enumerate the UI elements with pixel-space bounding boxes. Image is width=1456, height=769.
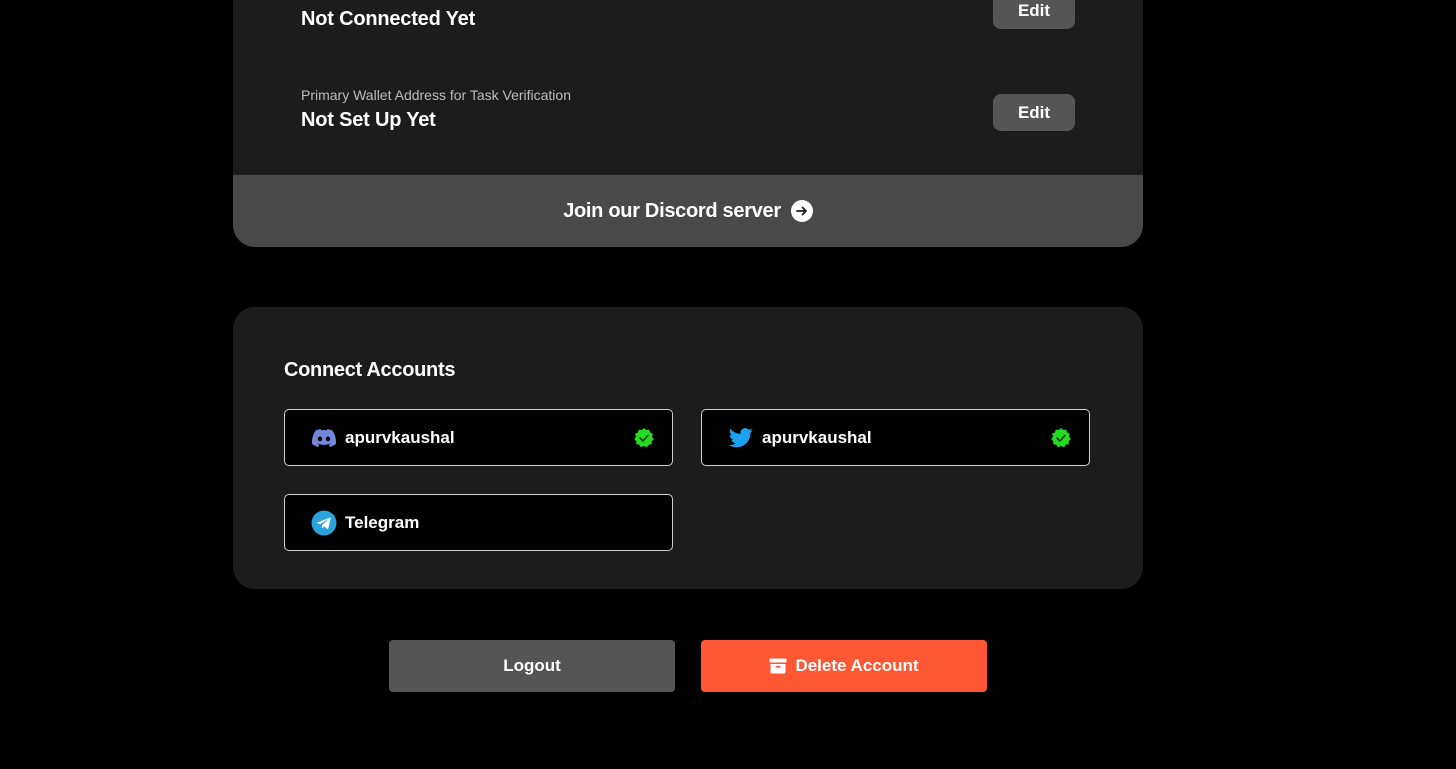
delete-account-label: Delete Account xyxy=(795,656,919,675)
account-discord[interactable]: apurvkaushal xyxy=(284,409,673,466)
join-discord-label: Join our Discord server xyxy=(563,199,781,222)
edit-button[interactable]: Edit xyxy=(993,94,1075,131)
settings-page: Not Connected Yet Edit Primary Wallet Ad… xyxy=(0,0,1456,769)
join-discord-banner[interactable]: Join our Discord server xyxy=(233,175,1143,247)
connect-accounts-title: Connect Accounts xyxy=(284,359,456,381)
delete-account-button[interactable]: Delete Account xyxy=(701,640,987,692)
edit-button[interactable]: Edit xyxy=(993,0,1075,29)
archive-box-icon xyxy=(769,658,787,674)
connect-accounts-card: Connect Accounts apurvkaushal apurvkaush… xyxy=(233,307,1143,589)
field-row-wallet: Primary Wallet Address for Task Verifica… xyxy=(301,87,1075,147)
field-label: Primary Wallet Address for Task Verifica… xyxy=(301,87,571,103)
account-name: apurvkaushal xyxy=(762,427,872,447)
field-value: Not Connected Yet xyxy=(301,8,476,30)
verified-badge-icon xyxy=(1050,427,1072,449)
account-name: apurvkaushal xyxy=(345,427,455,447)
verified-badge-icon xyxy=(633,427,655,449)
field-row-connection: Not Connected Yet Edit xyxy=(301,0,1075,48)
profile-card: Not Connected Yet Edit Primary Wallet Ad… xyxy=(233,0,1143,247)
arrow-right-circle-icon xyxy=(790,200,813,222)
discord-icon xyxy=(311,425,337,451)
logout-label: Logout xyxy=(503,656,561,675)
account-name: Telegram xyxy=(345,512,420,532)
telegram-icon xyxy=(311,510,337,536)
field-value: Not Set Up Yet xyxy=(301,109,436,131)
account-telegram[interactable]: Telegram xyxy=(284,494,673,551)
logout-button[interactable]: Logout xyxy=(389,640,675,692)
account-twitter[interactable]: apurvkaushal xyxy=(701,409,1090,466)
twitter-icon xyxy=(728,425,754,451)
